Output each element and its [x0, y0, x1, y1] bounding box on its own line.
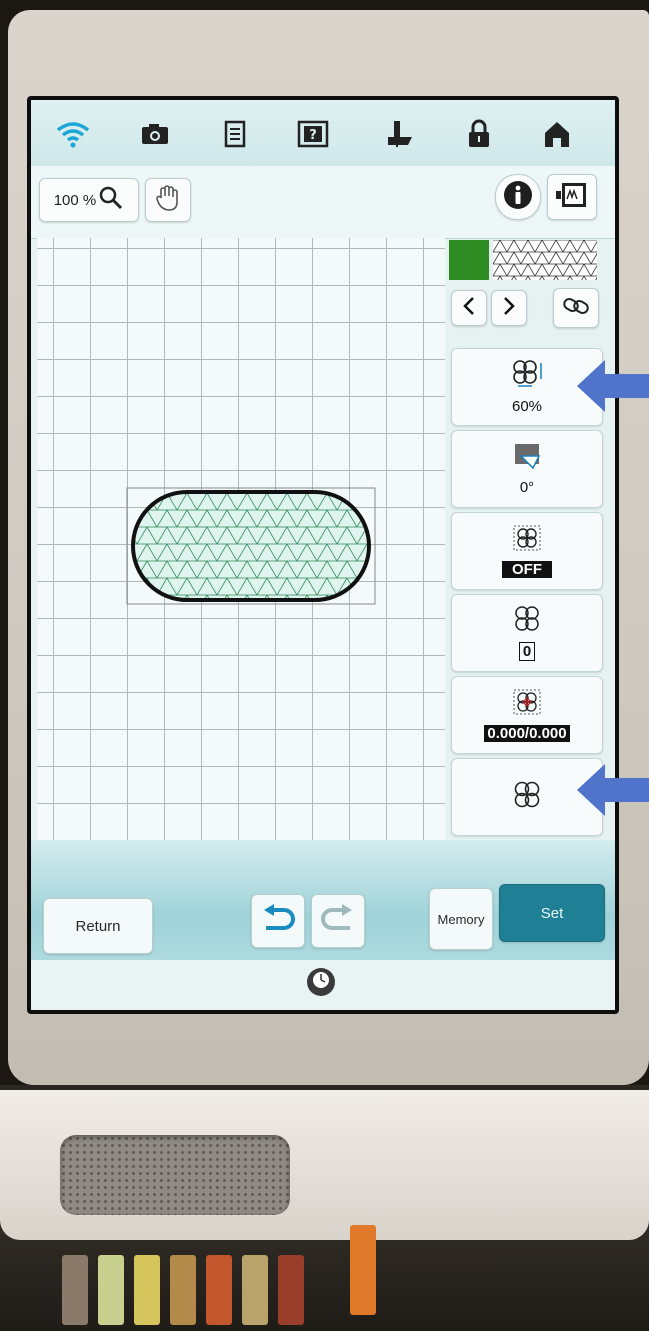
lock-icon[interactable]: [459, 114, 499, 154]
chain-link-icon: [562, 295, 590, 322]
resize-pattern-icon: [510, 359, 544, 394]
rotate-value: 0°: [519, 479, 535, 496]
size-value: 60%: [511, 398, 543, 415]
thread-clip: [206, 1255, 232, 1325]
status-bar: ?: [31, 100, 615, 166]
clock-icon: [311, 970, 331, 995]
offset-button[interactable]: 0.000/0.000: [451, 676, 603, 754]
edit-toolbar: 100 %: [31, 166, 615, 239]
help-icon[interactable]: ?: [293, 114, 333, 154]
zoom-button[interactable]: 100 %: [39, 178, 139, 222]
quatrefoil-icon: [510, 780, 544, 815]
next-button[interactable]: [491, 290, 527, 326]
fill-pattern-icon: [511, 524, 543, 557]
svg-text:?: ?: [309, 128, 317, 143]
thread-clip: [98, 1255, 124, 1325]
annotation-arrow: [577, 360, 649, 412]
density-button[interactable]: 0: [451, 594, 603, 672]
rotate-button[interactable]: 0°: [451, 430, 603, 508]
fill-toggle-button[interactable]: OFF: [451, 512, 603, 590]
home-bar: [31, 960, 615, 1010]
hand-pan-button[interactable]: [145, 178, 191, 222]
return-label: Return: [75, 917, 121, 935]
stippling-shape[interactable]: [37, 238, 445, 840]
thread-clip: [242, 1255, 268, 1325]
info-button[interactable]: [495, 174, 541, 220]
rotate-icon: [511, 442, 543, 475]
fill-toggle-value: OFF: [502, 561, 552, 578]
previous-button[interactable]: [451, 290, 487, 326]
info-icon: [502, 179, 534, 216]
embroidery-view-button[interactable]: [547, 174, 597, 220]
fill-pattern-preview[interactable]: [493, 240, 597, 280]
set-label: Set: [540, 904, 564, 922]
thread-clip: [278, 1255, 304, 1325]
presser-foot-icon[interactable]: [379, 114, 419, 154]
return-button[interactable]: Return: [43, 898, 153, 954]
thread-color-swatch[interactable]: [449, 240, 489, 280]
density-value: 0: [518, 642, 536, 661]
edit-side-panel: 60% 0° OFF 0 0.000/0.000: [445, 238, 615, 840]
chevron-right-icon: [501, 296, 517, 321]
camera-icon[interactable]: [135, 114, 175, 154]
embroidery-frame-icon: [554, 180, 590, 215]
magnifier-icon: [98, 185, 124, 216]
thread-clip: [62, 1255, 88, 1325]
memory-button[interactable]: Memory: [429, 888, 493, 950]
clock-button[interactable]: [307, 968, 335, 996]
redo-arrow-icon: [320, 904, 356, 938]
home-icon[interactable]: [537, 114, 577, 154]
zoom-label: 100 %: [53, 191, 97, 209]
thread-clip: [350, 1225, 376, 1315]
wifi-icon[interactable]: [53, 114, 93, 154]
thread-clip: [170, 1255, 196, 1325]
annotation-arrow: [577, 764, 649, 816]
undo-button[interactable]: [251, 894, 305, 948]
document-icon[interactable]: [215, 114, 255, 154]
touch-screen: ? 100 % 60% 0° OFF 0 0.000/0.000 Return …: [27, 96, 619, 1014]
memory-label: Memory: [437, 911, 485, 927]
thread-clip: [134, 1255, 160, 1325]
design-canvas[interactable]: [37, 238, 445, 840]
chevron-left-icon: [461, 296, 477, 321]
offset-value: 0.000/0.000: [484, 725, 570, 742]
link-button[interactable]: [553, 288, 599, 328]
hand-icon: [155, 184, 181, 217]
offset-position-icon: [511, 688, 543, 721]
undo-arrow-icon: [260, 904, 296, 938]
redo-button[interactable]: [311, 894, 365, 948]
speaker-grille: [60, 1135, 290, 1215]
set-button[interactable]: Set: [499, 884, 605, 942]
quatrefoil-icon: [511, 605, 543, 638]
